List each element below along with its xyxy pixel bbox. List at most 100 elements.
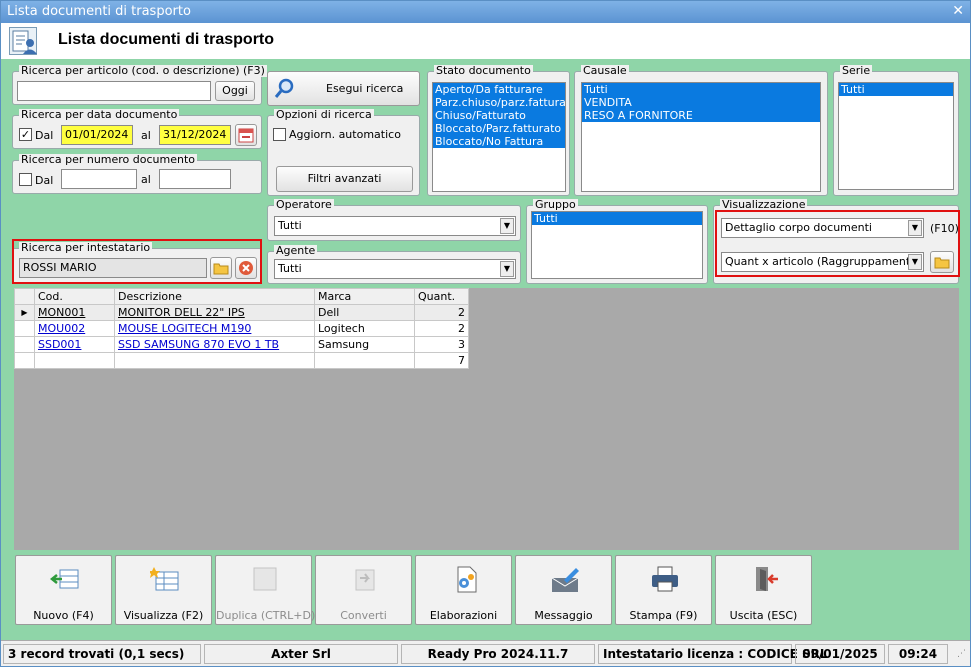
date-filter-checkbox[interactable]: ✓ <box>19 128 32 141</box>
date-to-input[interactable]: 31/12/2024 <box>159 125 231 145</box>
agent-select[interactable]: Tutti ▼ <box>274 259 516 279</box>
results-grid-area: Cod. Descrizione Marca Quant. ▶ MON001 M… <box>14 288 959 550</box>
doc-status-group: Stato documento Aperto/Da fatturare Parz.… <box>427 65 570 196</box>
row-code[interactable]: MOU002 <box>34 320 115 337</box>
causale-title: Causale <box>581 64 629 77</box>
row-indicator <box>14 320 35 337</box>
new-button[interactable]: Nuovo (F4) <box>15 555 112 625</box>
serie-list[interactable]: Tutti <box>838 82 954 190</box>
causale-list[interactable]: Tutti VENDITA RESO A FORNITORE <box>581 82 821 192</box>
causale-item[interactable]: Tutti <box>582 83 820 96</box>
exit-door-icon <box>756 567 778 591</box>
advanced-filters-button[interactable]: Filtri avanzati <box>276 166 413 192</box>
status-company: Axter Srl <box>204 644 398 664</box>
doc-status-item[interactable]: Bloccato/Parz.fatturato <box>433 122 565 135</box>
grouping-select[interactable]: Quant x articolo (Raggruppamento) ▼ <box>721 252 924 272</box>
totals-empty-cell <box>314 352 415 369</box>
holder-browse-button[interactable] <box>210 257 232 279</box>
calendar-button[interactable] <box>235 124 257 146</box>
date-search-group: Ricerca per data documento ✓ Dal 01/01/2… <box>12 109 262 149</box>
grouping-browse-button[interactable] <box>930 251 954 273</box>
current-row-pointer-icon: ▶ <box>14 304 35 321</box>
printer-icon <box>652 566 678 592</box>
operator-select[interactable]: Tutti ▼ <box>274 216 516 236</box>
doc-status-item[interactable]: Aperto/Da fatturare <box>433 83 565 96</box>
serie-item[interactable]: Tutti <box>839 83 953 96</box>
today-button[interactable]: Oggi <box>215 81 255 101</box>
chevron-down-icon: ▼ <box>500 261 514 277</box>
row-brand: Logitech <box>314 320 415 337</box>
holder-input[interactable]: ROSSI MARIO <box>19 258 207 278</box>
view-button[interactable]: Visualizza (F2) <box>115 555 212 625</box>
gruppo-item[interactable]: Tutti <box>532 212 702 225</box>
col-header-qty[interactable]: Quant. <box>414 288 469 305</box>
row-qty: 3 <box>414 336 469 353</box>
gruppo-list[interactable]: Tutti <box>531 211 703 279</box>
row-brand: Dell <box>314 304 415 321</box>
gruppo-group: Gruppo Tutti <box>526 199 708 284</box>
doc-status-item[interactable]: Bloccato/No Fattura <box>433 135 565 148</box>
run-search-button[interactable]: Esegui ricerca <box>267 71 420 106</box>
totals-row: 7 <box>14 352 469 369</box>
document-list-user-icon <box>9 27 37 55</box>
number-from-input[interactable] <box>61 169 137 189</box>
processing-button[interactable]: Elaborazioni <box>415 555 512 625</box>
article-search-input[interactable] <box>17 81 211 101</box>
convert-icon <box>355 569 375 591</box>
new-button-label: Nuovo (F4) <box>33 609 94 622</box>
holder-clear-button[interactable] <box>235 257 257 279</box>
auto-update-checkbox[interactable] <box>273 128 286 141</box>
run-search-label: Esegui ricerca <box>326 82 404 95</box>
message-button[interactable]: Messaggio <box>515 555 612 625</box>
message-icon <box>551 568 579 592</box>
number-filter-checkbox[interactable] <box>19 173 32 186</box>
table-row[interactable]: SSD001 SSD SAMSUNG 870 EVO 1 TB Samsung … <box>14 336 469 353</box>
holder-search-group: Ricerca per intestatario ROSSI MARIO <box>12 242 262 284</box>
article-search-group: Ricerca per articolo (cod. o descrizione… <box>12 65 267 105</box>
row-description[interactable]: MONITOR DELL 22" IPS <box>114 304 315 321</box>
number-to-input[interactable] <box>159 169 231 189</box>
duplicate-button-label: Duplica (CTRL+D) <box>216 609 316 622</box>
causale-item[interactable]: RESO A FORNITORE <box>582 109 820 122</box>
folder-icon <box>213 263 229 275</box>
doc-status-list[interactable]: Aperto/Da fatturare Parz.chiuso/parz.fatt… <box>432 82 566 192</box>
exit-button[interactable]: Uscita (ESC) <box>715 555 812 625</box>
col-header-code[interactable]: Cod. <box>34 288 115 305</box>
duplicate-button[interactable]: Duplica (CTRL+D) <box>215 555 316 625</box>
col-header-description[interactable]: Descrizione <box>114 288 315 305</box>
view-group: Visualizzazione Dettaglio corpo document… <box>713 199 959 284</box>
new-record-icon <box>50 569 79 589</box>
doc-status-item[interactable]: Chiuso/Fatturato <box>433 109 565 122</box>
clear-x-icon <box>239 261 253 275</box>
table-header-row: Cod. Descrizione Marca Quant. <box>14 288 469 305</box>
doc-status-title: Stato documento <box>434 64 533 77</box>
causale-group: Causale Tutti VENDITA RESO A FORNITORE <box>574 65 828 196</box>
auto-update-label: Aggiorn. automatico <box>289 128 401 141</box>
row-qty: 2 <box>414 320 469 337</box>
causale-item[interactable]: VENDITA <box>582 96 820 109</box>
resize-grip-icon[interactable]: ⋰ <box>957 649 966 659</box>
date-from-input[interactable]: 01/01/2024 <box>61 125 133 145</box>
row-description[interactable]: MOUSE LOGITECH M190 <box>114 320 315 337</box>
convert-button[interactable]: Converti <box>315 555 412 625</box>
agent-group: Agente Tutti ▼ <box>267 245 521 284</box>
table-row[interactable]: MOU002 MOUSE LOGITECH M190 Logitech 2 <box>14 320 469 337</box>
row-code[interactable]: MON001 <box>34 304 115 321</box>
status-records: 3 record trovati (0,1 secs) <box>3 644 201 664</box>
search-icon <box>274 78 294 98</box>
row-code[interactable]: SSD001 <box>34 336 115 353</box>
row-description[interactable]: SSD SAMSUNG 870 EVO 1 TB <box>114 336 315 353</box>
exit-button-label: Uscita (ESC) <box>729 609 798 622</box>
view-mode-select[interactable]: Dettaglio corpo documenti ▼ <box>721 218 924 238</box>
status-bar: 3 record trovati (0,1 secs) Axter Srl Re… <box>1 640 970 666</box>
doc-status-item[interactable]: Parz.chiuso/parz.fatturato <box>433 96 565 109</box>
totals-empty-cell <box>34 352 115 369</box>
close-icon[interactable]: ✕ <box>952 3 964 19</box>
search-options-group: Opzioni di ricerca Aggiorn. automatico F… <box>267 109 420 196</box>
print-button[interactable]: Stampa (F9) <box>615 555 712 625</box>
view-shortcut-label: (F10) <box>930 222 959 235</box>
col-header-brand[interactable]: Marca <box>314 288 415 305</box>
folder-icon <box>934 257 950 269</box>
serie-group: Serie Tutti <box>833 65 959 196</box>
table-row[interactable]: ▶ MON001 MONITOR DELL 22" IPS Dell 2 <box>14 304 469 321</box>
